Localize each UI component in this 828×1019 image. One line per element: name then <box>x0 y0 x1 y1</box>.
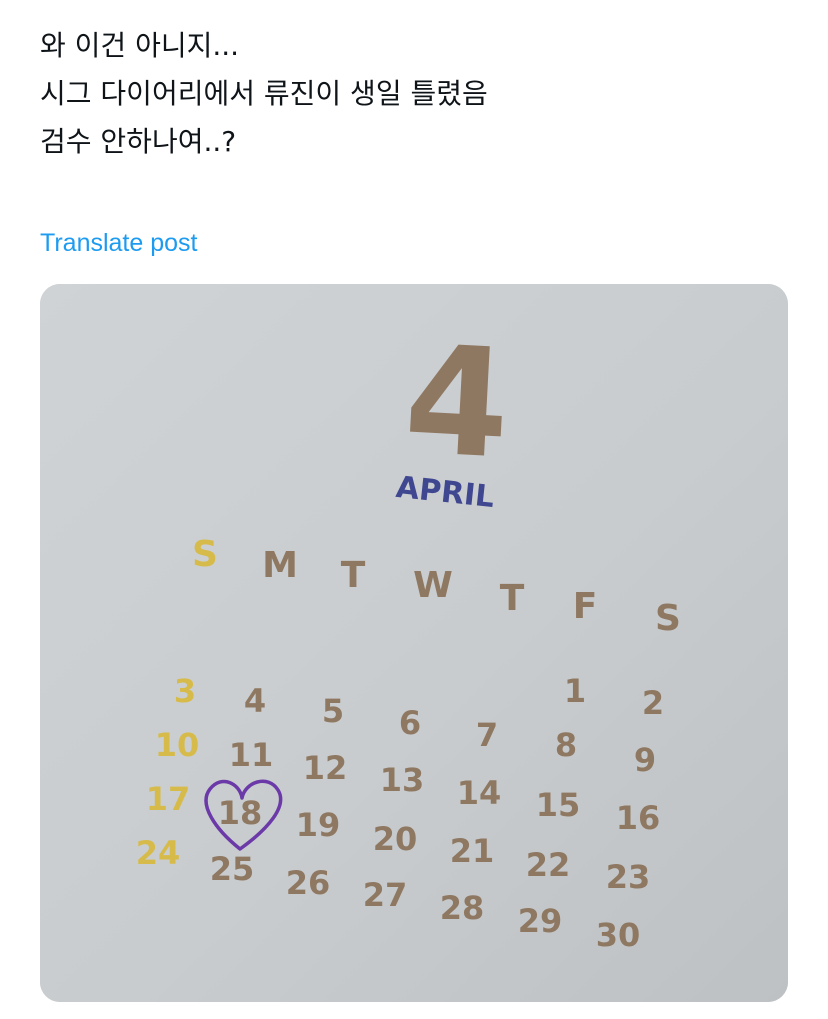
date-cell: 23 <box>606 858 651 896</box>
date-cell: 28 <box>440 889 485 927</box>
weekday-label: M <box>262 545 298 586</box>
post-text: 와 이건 아니지... 시그 다이어리에서 류진이 생일 틀렸음 검수 안하나여… <box>40 22 800 166</box>
post-photo[interactable]: 4 APRIL S M T W T F S 3 4 5 6 7 1 2 10 1… <box>40 284 788 1002</box>
weekday-label: S <box>655 598 681 639</box>
date-cell: 10 <box>155 726 200 764</box>
weekday-label: F <box>573 586 598 627</box>
date-cell: 27 <box>363 876 408 914</box>
weekday-label: T <box>500 578 525 619</box>
calendar-photo: 4 APRIL S M T W T F S 3 4 5 6 7 1 2 10 1… <box>40 284 788 1002</box>
date-cell: 17 <box>146 780 191 818</box>
date-cell: 25 <box>210 850 255 888</box>
date-cell: 20 <box>373 820 418 858</box>
date-cell: 4 <box>244 682 266 720</box>
date-cell: 22 <box>526 846 571 884</box>
post-text-line: 시그 다이어리에서 류진이 생일 틀렸음 <box>40 77 488 110</box>
weekday-label: S <box>192 534 218 575</box>
date-cell: 14 <box>457 774 502 812</box>
date-cell: 1 <box>564 672 586 710</box>
date-cell: 16 <box>616 799 661 837</box>
date-cell: 24 <box>136 834 181 872</box>
weekday-label: T <box>341 555 366 596</box>
date-cell: 3 <box>174 672 196 710</box>
date-cell: 26 <box>286 864 331 902</box>
date-cell: 19 <box>296 806 341 844</box>
weekday-label: W <box>413 565 453 606</box>
date-cell: 12 <box>303 749 348 787</box>
date-cell: 13 <box>380 761 425 799</box>
post-text-line: 검수 안하나여..? <box>40 125 237 158</box>
date-cell: 29 <box>518 902 563 940</box>
date-cell: 7 <box>476 716 498 754</box>
date-cell: 11 <box>229 736 274 774</box>
date-cell: 9 <box>634 741 656 779</box>
post-text-line: 와 이건 아니지... <box>40 29 240 62</box>
date-cell: 21 <box>450 832 495 870</box>
date-cell: 18 <box>218 794 263 832</box>
month-number: 4 <box>400 313 513 492</box>
date-cell: 8 <box>555 726 577 764</box>
date-cell: 15 <box>536 786 581 824</box>
date-cell: 5 <box>322 692 344 730</box>
date-cell: 2 <box>642 684 664 722</box>
translate-post-link[interactable]: Translate post <box>40 226 197 260</box>
date-cell: 30 <box>596 916 641 954</box>
date-cell: 6 <box>399 704 421 742</box>
